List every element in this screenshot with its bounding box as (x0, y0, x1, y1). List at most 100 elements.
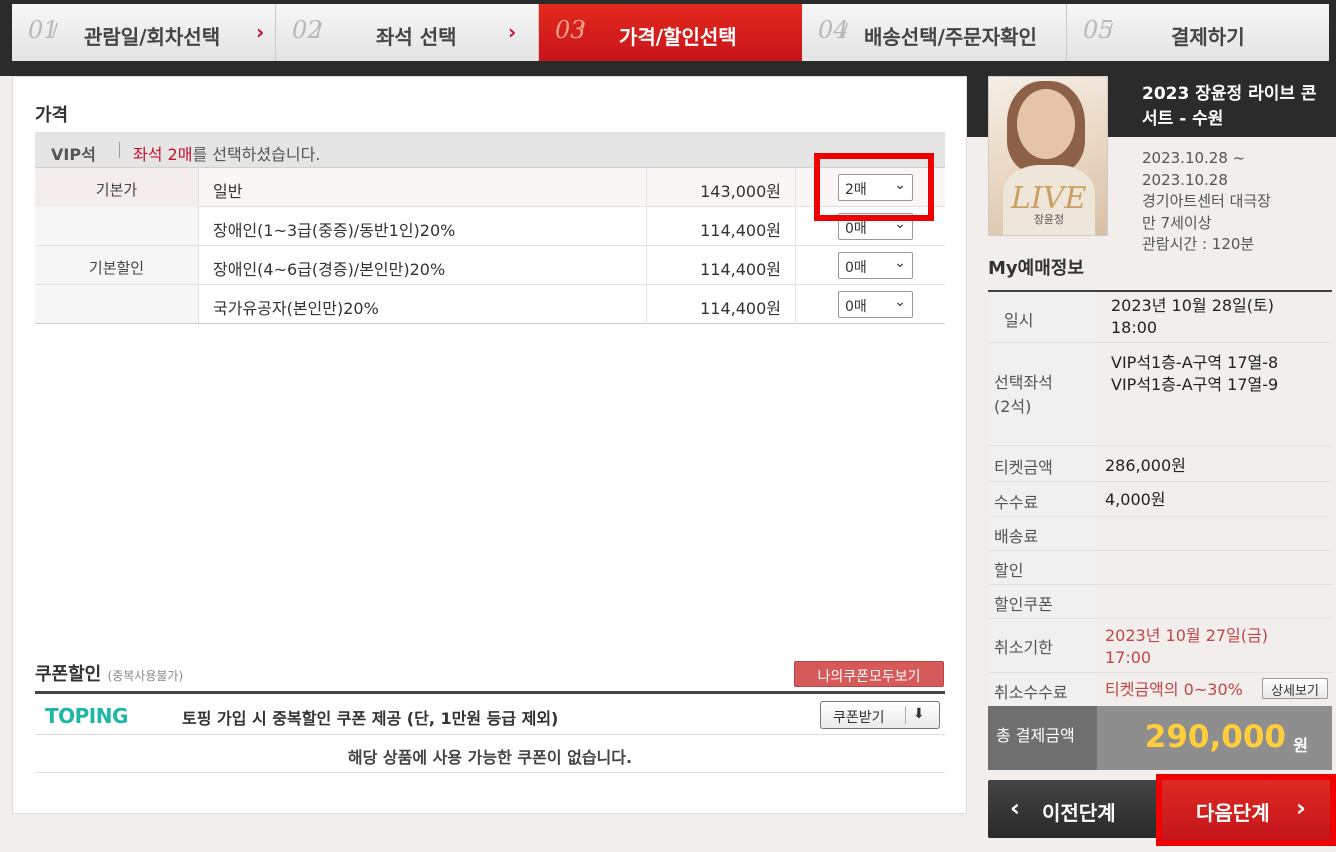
info-key: 할인 (988, 551, 1097, 584)
divider (646, 246, 647, 285)
show-poster: LIVE 장윤정 (988, 76, 1108, 236)
no-coupon-message: 해당 상품에 사용 가능한 쿠폰이 없습니다. (35, 735, 945, 773)
price-name: 장애인(1~3급(중증)/동반1인)20% (213, 221, 456, 240)
coupon-title-text: 쿠폰할인 (35, 664, 102, 685)
divider (646, 285, 647, 324)
price-row: 장애인(1~3급(중증)/동반1인)20% 114,400원 0매 ⌄ (35, 207, 945, 246)
price-name: 장애인(4~6급(경증)/본인만)20% (213, 260, 446, 279)
seat-grade-bar: VIP석 좌석 2매를 선택하셨습니다. (35, 132, 945, 168)
my-booking-info: 일시 2023년 10월 28일(토) 18:00 선택좌석 (2석) VIP석1층… (988, 290, 1332, 706)
info-value: 2023년 10월 28일(토) 18:00 (1111, 295, 1274, 339)
detail-view-button[interactable]: 상세보기 (1262, 678, 1328, 699)
download-icon: ⬇ (913, 706, 925, 722)
seats-count: (2석) (994, 397, 1032, 416)
get-coupon-button[interactable]: 쿠폰받기 ⬇ (820, 701, 940, 729)
info-row-discount: 할인 (988, 551, 1332, 585)
info-key: 티켓금액 (988, 446, 1097, 481)
total-label: 총 결제금액 (988, 706, 1097, 770)
divider (646, 168, 647, 207)
info-key: 취소기한 (988, 619, 1097, 672)
show-age: 만 7세이상 (1142, 213, 1212, 232)
info-row-seats: 선택좌석 (2석) VIP석1층-A구역 17열-8 VIP석1층-A구역 17열-… (988, 343, 1332, 446)
divider (119, 142, 120, 158)
my-booking-title: My예매정보 (988, 258, 1084, 279)
price-amount: 114,400원 (700, 299, 781, 318)
quantity-value: 0매 (845, 221, 867, 237)
date-line2: 18:00 (1111, 318, 1158, 337)
chevron-right-icon: › (1296, 794, 1306, 822)
divider (795, 168, 796, 207)
info-row-cancel-fee: 취소수수료 티켓금액의 0~30% 상세보기 (988, 673, 1332, 706)
info-value: VIP석1층-A구역 17열-8 VIP석1층-A구역 17열-9 (1111, 352, 1278, 396)
step-3-price[interactable]: 03 ∕ 가격/할인선택 (539, 4, 816, 61)
step-5-payment[interactable]: 05 ∕ 결제하기 (1067, 4, 1329, 61)
info-row-fee: 수수료 4,000원 (988, 482, 1332, 517)
divider (905, 706, 906, 724)
price-amount: 114,400원 (700, 221, 781, 240)
selected-count: 좌석 2매 (133, 145, 193, 164)
divider (795, 285, 796, 324)
price-amount: 143,000원 (700, 182, 781, 201)
chevron-left-icon: ‹ (1010, 794, 1020, 822)
seat-1: VIP석1층-A구역 17열-8 (1111, 353, 1279, 372)
quantity-value: 0매 (845, 299, 867, 315)
slash-icon: ∕ (1107, 20, 1114, 41)
divider (795, 207, 796, 246)
info-row-cancel-deadline: 취소기한 2023년 10월 27일(금) 17:00 (988, 619, 1332, 673)
coupon-row: TOPING 토핑 가입 시 중복할인 쿠폰 제공 (단, 1만원 등급 제외)… (35, 694, 945, 735)
price-row: 기본가 일반 143,000원 2매 ⌄ (35, 168, 945, 207)
info-value: 4,000원 (1105, 490, 1166, 509)
slash-icon: ∕ (52, 20, 59, 41)
coupon-description: 토핑 가입 시 중복할인 쿠폰 제공 (단, 1만원 등급 제외) (182, 709, 559, 728)
step-label: 관람일/회차선택 (84, 25, 221, 49)
show-title: 2023 장윤정 라이브 콘서트 - 수원 (1142, 84, 1317, 129)
show-venue: 경기아트센터 대극장 (1142, 192, 1271, 210)
next-step-button[interactable]: 다음단계 › (1156, 774, 1336, 846)
deadline-line2: 17:00 (1105, 648, 1152, 667)
next-step-label: 다음단계 (1196, 801, 1270, 825)
show-runtime: 관람시간 : 120분 (1142, 235, 1255, 253)
step-label: 좌석 선택 (376, 25, 457, 49)
category-base: 기본가 (35, 168, 199, 207)
step-label: 가격/할인선택 (619, 25, 737, 49)
get-coupon-label: 쿠폰받기 (833, 710, 885, 726)
seats-key: 선택좌석 (994, 373, 1053, 392)
divider (795, 246, 796, 285)
step-label: 결제하기 (1171, 25, 1245, 49)
previous-step-button[interactable]: ‹ 이전단계 (988, 780, 1158, 838)
chevron-right-icon: › (508, 20, 517, 44)
show-info: 2023.10.28 ~ 2023.10.28 경기아트센터 대극장 만 7세이… (1142, 148, 1327, 256)
info-value: 286,000원 (1105, 456, 1186, 475)
quantity-select[interactable]: 0매 ⌄ (838, 252, 913, 279)
step-2-seat[interactable]: 02 ∕ 좌석 선택 › (276, 4, 539, 61)
info-row-date: 일시 2023년 10월 28일(토) 18:00 (988, 292, 1332, 343)
step-1-date[interactable]: 01 ∕ 관람일/회차선택 › (12, 4, 276, 61)
price-amount: 114,400원 (700, 260, 781, 279)
info-value: 티켓금액의 0~30% (1105, 680, 1243, 699)
info-key: 일시 (988, 292, 1097, 342)
info-key: 배송료 (988, 517, 1097, 550)
step-4-delivery[interactable]: 04 ∕ 배송선택/주문자확인 (802, 4, 1067, 61)
seat-2: VIP석1층-A구역 17열-9 (1111, 375, 1279, 394)
quantity-value: 0매 (845, 260, 867, 276)
poster-name: 장윤정 (1033, 213, 1065, 226)
poster-face (1017, 89, 1075, 159)
step-bar: 01 ∕ 관람일/회차선택 › 02 ∕ 좌석 선택 › 03 ∕ 가격/할인선… (0, 0, 1336, 76)
selected-message-text: 를 선택하셨습니다. (192, 145, 321, 164)
price-row: 장애인(4~6급(경증)/본인만)20% 114,400원 0매 ⌄ (35, 246, 945, 285)
price-row: 국가유공자(본인만)20% 114,400원 0매 ⌄ (35, 285, 945, 324)
view-all-coupons-button[interactable]: 나의쿠폰모두보기 (794, 661, 944, 687)
toping-logo: TOPING (45, 704, 128, 728)
deadline-line1: 2023년 10월 27일(금) (1105, 626, 1268, 645)
slash-icon: ∕ (842, 20, 849, 41)
info-key: 할인쿠폰 (988, 585, 1097, 618)
total-payment: 총 결제금액 290,000 원 (988, 706, 1332, 770)
price-name: 국가유공자(본인만)20% (213, 299, 379, 318)
info-value: 2023년 10월 27일(금) 17:00 (1105, 625, 1268, 669)
total-amount: 290,000 (1144, 719, 1286, 755)
quantity-select[interactable]: 0매 ⌄ (838, 291, 913, 318)
divider (646, 207, 647, 246)
date-line1: 2023년 10월 28일(토) (1111, 296, 1274, 315)
coupon-section-title: 쿠폰할인 (중복사용불가) (35, 660, 183, 686)
coupon-note: (중복사용불가) (107, 669, 184, 683)
